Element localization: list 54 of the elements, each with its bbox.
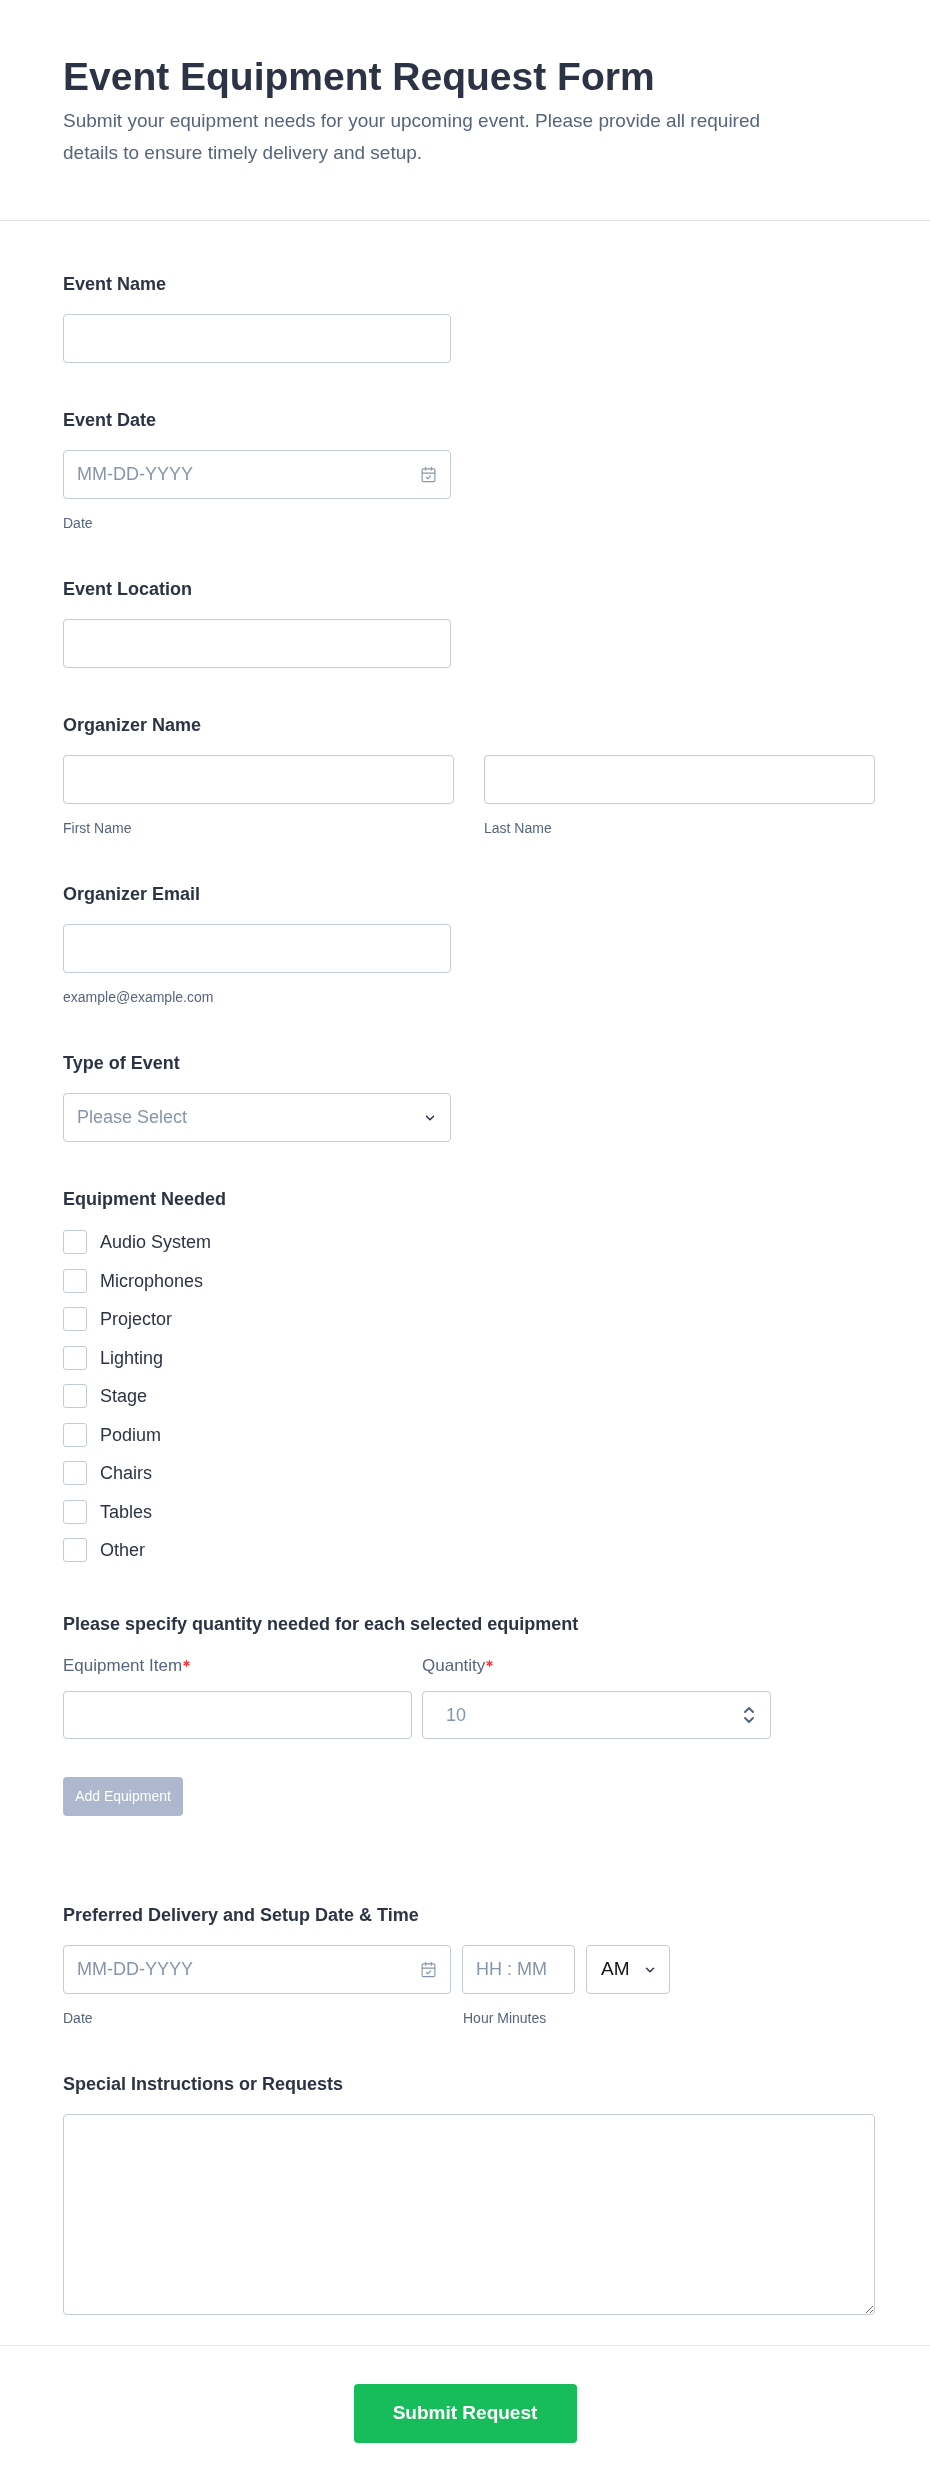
- text-input[interactable]: [63, 314, 451, 363]
- checkbox[interactable]: [63, 1384, 87, 1408]
- checkbox[interactable]: [63, 1230, 87, 1254]
- sublabel: Date: [63, 2009, 93, 2027]
- option-label: Stage: [100, 1385, 148, 1408]
- select-dropdown[interactable]: Please Select: [63, 1093, 451, 1142]
- option-label: Audio System: [100, 1231, 212, 1254]
- submit-button[interactable]: Submit Request: [353, 2384, 577, 2443]
- option-label: Lighting: [100, 1346, 164, 1370]
- date-input[interactable]: MM-DD-YYYY: [63, 450, 451, 499]
- field-label: Organizer Email: [63, 883, 201, 906]
- option-label: Chairs: [100, 1462, 152, 1485]
- option-label: Tables: [100, 1500, 153, 1524]
- column-label: Quantity: [422, 1656, 486, 1676]
- number-input[interactable]: 10: [422, 1691, 771, 1739]
- field-label: Please specify quantity needed for each selected equipment: [63, 1613, 579, 1636]
- field-label: Equipment Needed: [63, 1188, 227, 1211]
- checkbox[interactable]: [63, 1538, 87, 1562]
- field-label: Event Name: [63, 273, 167, 296]
- checkbox[interactable]: [63, 1345, 87, 1370]
- text-input[interactable]: [484, 755, 875, 804]
- checkbox[interactable]: [63, 1307, 87, 1331]
- column-label: Equipment Item: [63, 1656, 183, 1676]
- time-input[interactable]: HH : MM: [462, 1945, 575, 1994]
- sublabel: First Name: [63, 819, 132, 837]
- textarea-field[interactable]: [63, 2114, 875, 2315]
- field-label: Special Instructions or Requests: [63, 2073, 344, 2096]
- option-label: Projector: [100, 1308, 173, 1331]
- text-input[interactable]: [63, 755, 454, 804]
- checkbox[interactable]: [63, 1268, 87, 1293]
- field-label: Type of Event: [63, 1052, 180, 1075]
- form-description: Submit your equipment needs for your upcoming event. Please provide all required details to ensure timely delivery and setup.: [63, 109, 762, 165]
- email-input[interactable]: [63, 924, 451, 973]
- field-label: Event Location: [63, 578, 192, 601]
- checkbox[interactable]: [63, 1461, 87, 1485]
- option-label: Other: [100, 1539, 146, 1562]
- sublabel: Last Name: [484, 819, 552, 837]
- date-input[interactable]: MM-DD-YYYY: [63, 1945, 451, 1994]
- text-input[interactable]: [63, 619, 451, 668]
- sublabel: example@example.com: [63, 988, 214, 1006]
- calendar-icon: [420, 466, 437, 483]
- checkbox[interactable]: [63, 1422, 87, 1447]
- am-pm-dropdown[interactable]: AM: [586, 1945, 670, 1994]
- checkbox[interactable]: [63, 1499, 87, 1524]
- sublabel: Date: [63, 514, 93, 532]
- calendar-icon: [420, 1961, 437, 1978]
- field-label: Organizer Name: [63, 714, 202, 737]
- option-label: Podium: [100, 1423, 162, 1447]
- option-label: Microphones: [100, 1269, 204, 1293]
- field-label: Event Date: [63, 409, 157, 432]
- form-title: Event Equipment Request Form: [63, 55, 655, 99]
- field-label: Preferred Delivery and Setup Date & Time: [63, 1904, 419, 1927]
- sublabel: Hour Minutes: [463, 2009, 547, 2027]
- text-input[interactable]: [63, 1691, 412, 1739]
